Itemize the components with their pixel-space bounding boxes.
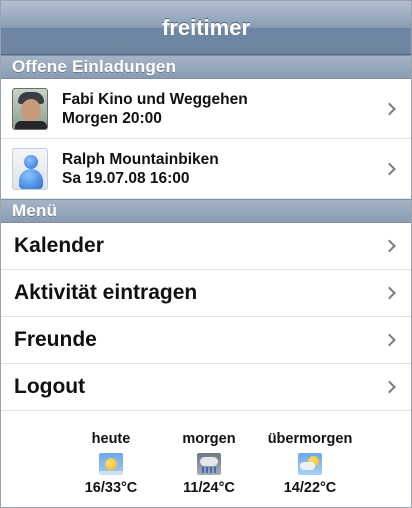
invitation-title: Fabi Kino und Weggehen (62, 90, 248, 108)
weather-temperature: 11/24°C (183, 480, 235, 496)
chevron-right-icon (383, 102, 396, 115)
menu-item-logout[interactable]: Logout (1, 364, 411, 411)
weather-temperature: 14/22°C (283, 480, 337, 496)
menu-item-label: Freunde (14, 328, 97, 351)
weather-day-label: morgen (182, 431, 236, 447)
section-header-menu: Menü (1, 199, 411, 223)
weather-day-after-tomorrow: übermorgen 14/22°C (250, 431, 370, 496)
chevron-right-icon (383, 333, 396, 347)
invitation-text: Fabi Kino und Weggehen Morgen 20:00 (62, 90, 248, 128)
menu-item-aktivitaet-eintragen[interactable]: Aktivität eintragen (1, 270, 411, 317)
chevron-right-icon (383, 239, 396, 253)
chevron-right-icon (383, 162, 396, 175)
invitation-time: Sa 19.07.08 16:00 (62, 169, 190, 187)
rain-cloud-icon (197, 453, 221, 475)
app-screen: freitimer Offene Einladungen Fabi Kino u… (0, 0, 412, 508)
chevron-right-icon (383, 286, 396, 300)
sunny-icon (99, 453, 123, 475)
weather-day-label: heute (91, 431, 131, 447)
menu-item-label: Logout (14, 375, 86, 398)
partly-cloudy-icon (298, 453, 322, 475)
menu-item-kalender[interactable]: Kalender (1, 223, 411, 270)
generic-user-icon (12, 147, 48, 190)
invitation-item[interactable]: Fabi Kino und Weggehen Morgen 20:00 (1, 79, 411, 139)
weather-day-label: übermorgen (267, 431, 353, 447)
weather-temperature: 16/33°C (84, 480, 138, 496)
title-bar: freitimer (1, 1, 411, 55)
app-title: freitimer (161, 14, 251, 40)
invitation-time: Morgen 20:00 (62, 109, 162, 127)
invitation-title: Ralph Mountainbiken (62, 150, 219, 168)
invitation-text: Ralph Mountainbiken Sa 19.07.08 16:00 (62, 150, 219, 188)
invitation-item[interactable]: Ralph Mountainbiken Sa 19.07.08 16:00 (1, 139, 411, 199)
chevron-right-icon (383, 380, 396, 394)
user-photo-avatar (12, 87, 48, 130)
section-header-invitations: Offene Einladungen (1, 55, 411, 79)
weather-forecast: heute 16/33°C morgen 11/24°C übermorgen … (1, 419, 411, 507)
menu-item-label: Aktivität eintragen (14, 281, 198, 304)
menu-item-freunde[interactable]: Freunde (1, 317, 411, 364)
menu-item-label: Kalender (14, 234, 104, 257)
